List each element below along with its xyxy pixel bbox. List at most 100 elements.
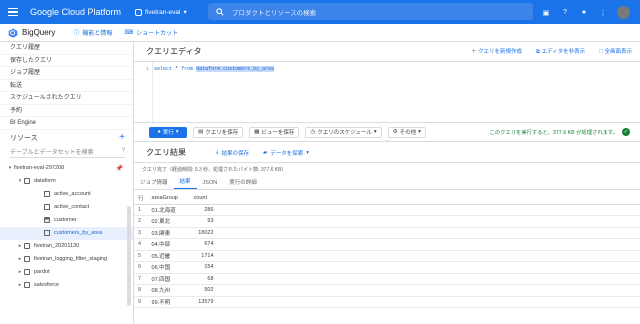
more-button[interactable]: ⚙ その他 ▾ xyxy=(387,126,426,138)
tree-table[interactable]: active_contact xyxy=(0,201,133,214)
pin-icon[interactable]: 📌 xyxy=(116,165,123,172)
more-vert-icon[interactable]: ⋮ xyxy=(598,8,608,18)
sidebar: クエリ履歴 保存したクエリ ジョブ履歴 転送 スケジュールされたクエリ 予約 B… xyxy=(0,42,134,324)
save-view-button[interactable]: ▦ ビューを保存 xyxy=(249,126,300,138)
sidebar-item-scheduled-queries[interactable]: スケジュールされたクエリ xyxy=(0,92,133,105)
cell-area-group: 08.九州 xyxy=(147,284,190,297)
brand-title[interactable]: Google Cloud Platform xyxy=(30,7,121,17)
job-status-text: クエリ完了（経過時間: 0.3 秒、処理されたバイト数: 377.6 KB） xyxy=(142,167,287,173)
sidebar-item-job-history[interactable]: ジョブ履歴 xyxy=(0,67,133,80)
fullscreen-button[interactable]: ⛶ 全画面表示 xyxy=(599,47,632,56)
sidebar-item-transfers[interactable]: 転送 xyxy=(0,80,133,92)
sidebar-item-bi-engine[interactable]: BI Engine xyxy=(0,117,133,130)
dataset-icon xyxy=(24,243,30,249)
search-placeholder: プロダクトとリソースの検索 xyxy=(232,9,317,17)
table-row: 9 99.不明 13579 xyxy=(134,296,640,308)
project-selector[interactable]: fivetran-eval ▾ xyxy=(135,8,187,16)
new-query-label: クエリを新規作成 xyxy=(477,49,522,55)
query-editor[interactable]: 1 select * from dataform.customers_by_ar… xyxy=(134,62,640,122)
resources-search-placeholder: テーブルとデータセットを検索 xyxy=(10,149,94,156)
dataset-icon xyxy=(24,282,30,288)
help-icon[interactable]: ? xyxy=(122,148,125,154)
sidebar-scrollbar[interactable] xyxy=(127,206,131,306)
tree-table-selected[interactable]: customers_by_area xyxy=(0,226,133,240)
column-header: 行 xyxy=(134,192,148,205)
explore-data-button[interactable]: ▰ データを探索 ▾ xyxy=(263,149,309,157)
tree-dataset-label: fivetran_20201130 xyxy=(34,243,80,249)
table-row: 8 08.九州 502 xyxy=(134,284,640,297)
table-row: 1 01.北海道 286 xyxy=(134,204,640,216)
cloud-shell-icon[interactable]: ▣ xyxy=(541,8,551,18)
download-icon: ⤓ xyxy=(216,149,219,155)
chevron-right-icon[interactable]: ▸ xyxy=(16,269,24,275)
schedule-query-button[interactable]: ◷ クエリのスケジュール ▾ xyxy=(305,126,382,138)
tab-json[interactable]: JSON xyxy=(197,180,224,189)
add-data-icon[interactable]: + xyxy=(119,132,125,143)
tab-results[interactable]: 結果 xyxy=(173,177,197,189)
tree-dataset[interactable]: ▸ fivetran_20201130 xyxy=(0,240,133,253)
row-number: 9 xyxy=(134,296,148,308)
dataset-icon xyxy=(24,178,30,184)
cell-count: 13579 xyxy=(189,296,218,308)
keyboard-icon: ⌨ xyxy=(124,30,134,36)
tab-job-info[interactable]: ジョブ情報 xyxy=(134,178,174,189)
chevron-right-icon[interactable]: ▸ xyxy=(16,256,24,262)
search-input[interactable]: プロダクトとリソースの検索 xyxy=(208,3,533,20)
table-row: 5 05.近畿 1714 xyxy=(134,250,640,262)
sidebar-item-reservations[interactable]: 予約 xyxy=(0,105,133,117)
save-view-label: ビューを保存 xyxy=(261,130,295,136)
menu-icon[interactable] xyxy=(8,7,18,17)
hide-editor-label: エディタを非表示 xyxy=(541,49,586,55)
avatar[interactable] xyxy=(617,6,630,19)
save-results-button[interactable]: ⤓ 結果の保存 xyxy=(216,149,249,157)
chevron-down-icon[interactable]: ▾ xyxy=(6,165,14,171)
chevron-right-icon[interactable]: ▸ xyxy=(16,243,24,249)
tree-table-label: customer xyxy=(54,217,77,223)
new-query-button[interactable]: ＋ クエリを新規作成 xyxy=(471,47,522,56)
tree-dataset[interactable]: ▾ dataform xyxy=(0,175,133,188)
tree-table[interactable]: customer xyxy=(0,214,133,227)
cell-count: 1714 xyxy=(189,250,218,262)
cell-count: 93 xyxy=(189,215,218,228)
row-number: 8 xyxy=(134,284,148,297)
project-name: fivetran-eval xyxy=(145,8,181,16)
explore-data-label: データを探索 xyxy=(270,150,304,157)
run-button[interactable]: ● 実行 ▾ xyxy=(149,126,187,138)
tree-dataset[interactable]: ▸ fivetran_logging_filter_staging xyxy=(0,253,133,266)
tree-table-label: active_account xyxy=(54,191,91,197)
cell-filler xyxy=(217,250,640,262)
cell-filler xyxy=(217,296,640,308)
cell-filler xyxy=(217,284,640,297)
notifications-icon[interactable]: ● xyxy=(579,8,589,18)
hide-editor-button[interactable]: ⧉ エディタを非表示 xyxy=(536,47,585,56)
dataset-icon xyxy=(24,269,30,275)
column-filler xyxy=(217,192,640,205)
chevron-down-icon: ▾ xyxy=(418,129,421,135)
resources-search-input[interactable]: テーブルとデータセットを検索 ? xyxy=(10,146,125,158)
tree-dataset-label: pardot xyxy=(34,269,50,275)
chevron-right-icon[interactable]: ▸ xyxy=(16,282,24,288)
row-number: 7 xyxy=(134,273,148,285)
help-icon[interactable]: ? xyxy=(560,8,570,18)
tree-project[interactable]: ▾ fivetran-eval-297208 📌 xyxy=(0,162,133,175)
save-query-button[interactable]: ▤ クエリを保存 xyxy=(193,126,244,138)
features-link[interactable]: ⓘ 機能と情報 xyxy=(73,28,112,37)
table-row: 7 07.四国 68 xyxy=(134,273,640,285)
dataset-icon xyxy=(24,256,30,262)
chevron-down-icon[interactable]: ▾ xyxy=(16,178,24,184)
save-view-icon: ▦ xyxy=(254,129,260,135)
query-code[interactable]: select * from dataform.customers_by_area xyxy=(154,66,275,72)
sidebar-item-query-history[interactable]: クエリ履歴 xyxy=(0,42,133,55)
results-title: クエリ結果 xyxy=(146,148,186,157)
tab-execution-details[interactable]: 実行の詳細 xyxy=(223,178,263,189)
code-keyword: from xyxy=(181,66,194,72)
tree-dataset[interactable]: ▸ salesforce xyxy=(0,279,133,292)
table-row: 2 02.東北 93 xyxy=(134,215,640,228)
shortcut-link[interactable]: ⌨ ショートカット xyxy=(124,28,178,37)
tree-dataset[interactable]: ▸ pardot xyxy=(0,266,133,279)
results-table: 行 areaGroup count 1 01.北海道 286 2 02.東北 93 3 03.… xyxy=(134,192,640,308)
check-icon[interactable]: ✓ xyxy=(622,128,630,136)
sidebar-item-saved-queries[interactable]: 保存したクエリ xyxy=(0,55,133,67)
tree-table[interactable]: active_account xyxy=(0,188,133,201)
project-icon xyxy=(135,8,143,16)
